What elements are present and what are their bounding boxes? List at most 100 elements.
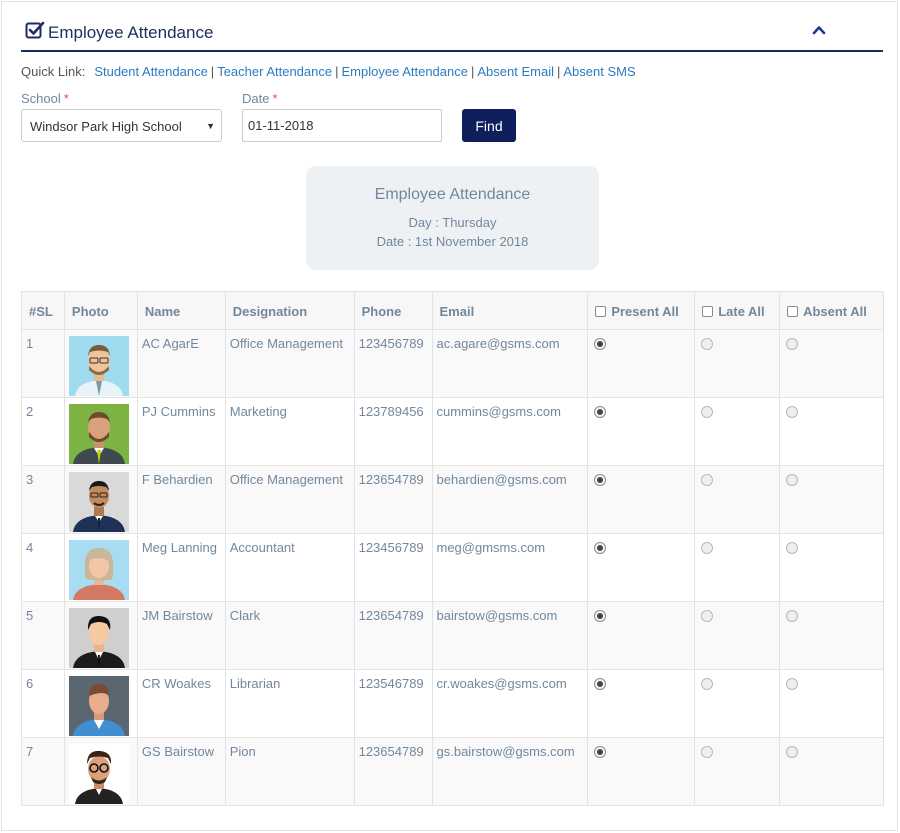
present-radio[interactable] [594, 338, 607, 350]
cell-present [587, 533, 696, 602]
present-all-checkbox[interactable] [595, 306, 607, 317]
link-separator: | [470, 64, 475, 79]
cell-email: gs.bairstow@gsms.com [431, 737, 589, 806]
absent-radio[interactable] [786, 542, 799, 554]
cell-absent [779, 397, 884, 466]
cell-designation: Librarian [224, 669, 355, 738]
avatar [68, 404, 129, 464]
table-row: 1 AC AgarE Office Management 123456789 a… [21, 329, 884, 398]
cell-sl: 7 [21, 737, 65, 806]
quick-links: Quick Link: Student Attendance | Teacher At… [21, 64, 636, 79]
cell-photo [63, 329, 138, 398]
late-radio[interactable] [701, 474, 714, 486]
link-absent-sms[interactable]: Absent SMS [563, 64, 635, 79]
cell-photo [63, 533, 138, 602]
cell-sl: 2 [21, 397, 65, 466]
cell-late [694, 737, 781, 806]
cell-late [694, 669, 781, 738]
link-teacher-attendance[interactable]: Teacher Attendance [217, 64, 332, 79]
present-radio[interactable] [594, 406, 607, 418]
cell-email: cummins@gsms.com [431, 397, 589, 466]
col-present-all: Present All [587, 291, 696, 330]
cell-designation: Accountant [224, 533, 355, 602]
cell-email: cr.woakes@gsms.com [431, 669, 589, 738]
cell-phone: 123654789 [353, 737, 433, 806]
link-employee-attendance[interactable]: Employee Attendance [342, 64, 468, 79]
link-separator: | [335, 64, 339, 79]
link-student-attendance[interactable]: Student Attendance [94, 64, 207, 79]
col-designation: Designation [224, 291, 355, 330]
cell-phone: 123546789 [353, 669, 433, 738]
cell-name: AC AgarE [136, 329, 226, 398]
absent-radio[interactable] [786, 406, 799, 418]
present-radio[interactable] [594, 746, 607, 758]
avatar [68, 472, 129, 532]
cell-late [694, 533, 781, 602]
cell-present [587, 397, 696, 466]
cell-absent [779, 601, 884, 670]
cell-absent [779, 737, 884, 806]
cell-sl: 1 [21, 329, 65, 398]
absent-radio[interactable] [786, 610, 799, 622]
summary-card: Employee Attendance Day : Thursday Date … [306, 166, 599, 270]
absent-radio[interactable] [786, 678, 799, 690]
required-mark: * [272, 91, 278, 106]
cell-name: GS Bairstow [136, 737, 226, 806]
late-radio[interactable] [701, 610, 714, 622]
cell-designation: Office Management [224, 329, 355, 398]
late-radio[interactable] [701, 678, 714, 690]
table-row: 7 GS Bairstow Pion 123654789 gs.bairstow… [21, 737, 884, 806]
col-name: Name [136, 291, 226, 330]
chevron-up-icon[interactable] [812, 23, 826, 37]
cell-phone: 123456789 [353, 329, 433, 398]
school-select[interactable]: Windsor Park High School ▼ [21, 109, 222, 142]
cell-absent [779, 669, 884, 738]
find-button[interactable]: Find [462, 109, 516, 142]
present-radio[interactable] [594, 474, 607, 486]
cell-designation: Office Management [224, 465, 355, 534]
cell-present [587, 465, 696, 534]
cell-present [587, 601, 696, 670]
cell-photo [63, 737, 138, 806]
absent-radio[interactable] [786, 746, 799, 758]
required-mark: * [63, 91, 69, 106]
cell-phone: 123789456 [353, 397, 433, 466]
present-radio[interactable] [594, 678, 607, 690]
date-input[interactable] [242, 109, 442, 142]
avatar [68, 744, 129, 804]
late-all-checkbox[interactable] [702, 306, 714, 317]
cell-sl: 4 [21, 533, 65, 602]
present-radio[interactable] [594, 610, 607, 622]
link-absent-email[interactable]: Absent Email [477, 64, 554, 79]
cell-photo [63, 465, 138, 534]
cell-name: F Behardien [136, 465, 226, 534]
cell-present [587, 737, 696, 806]
absent-all-checkbox[interactable] [787, 306, 799, 317]
link-separator: | [556, 64, 561, 79]
table-row: 4 Meg Lanning Accountant 123456789 meg@g… [21, 533, 884, 602]
avatar [68, 540, 129, 600]
absent-radio[interactable] [786, 474, 799, 486]
cell-late [694, 601, 781, 670]
late-radio[interactable] [701, 542, 714, 554]
cell-designation: Pion [224, 737, 355, 806]
table-row: 3 F Behardien Office Management 12365478… [21, 465, 884, 534]
cell-phone: 123456789 [353, 533, 433, 602]
col-late-all: Late All [694, 291, 781, 330]
absent-radio[interactable] [786, 338, 799, 350]
cell-present [587, 669, 696, 738]
late-radio[interactable] [701, 338, 714, 350]
late-radio[interactable] [701, 746, 714, 758]
present-radio[interactable] [594, 542, 607, 554]
cell-late [694, 465, 781, 534]
absent-all-label: Absent All [803, 304, 867, 319]
cell-designation: Clark [224, 601, 355, 670]
cell-designation: Marketing [224, 397, 355, 466]
cell-email: behardien@gsms.com [431, 465, 589, 534]
late-radio[interactable] [701, 406, 714, 418]
col-absent-all: Absent All [779, 291, 884, 330]
attendance-table: #SL Photo Name Designation Phone Email P… [21, 291, 884, 806]
table-row: 6 CR Woakes Librarian 123546789 cr.woake… [21, 669, 884, 738]
late-all-label: Late All [718, 304, 765, 319]
cell-email: ac.agare@gsms.com [431, 329, 589, 398]
